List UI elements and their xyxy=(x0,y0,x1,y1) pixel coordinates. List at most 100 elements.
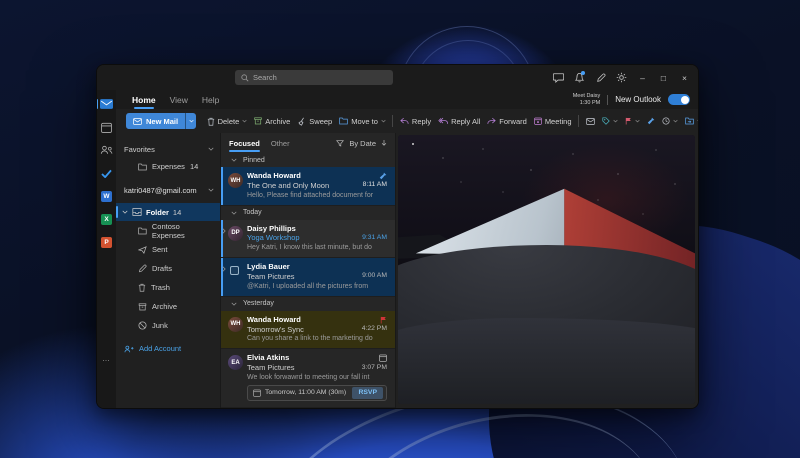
avatar: WH xyxy=(228,173,243,188)
avatar: WH xyxy=(228,317,243,332)
move-to-button[interactable]: Move to xyxy=(336,112,390,130)
rail-powerpoint-icon[interactable]: P xyxy=(98,235,115,249)
reading-pane[interactable] xyxy=(396,133,698,409)
new-outlook-label: New Outlook xyxy=(615,95,661,104)
expand-chevron-icon[interactable] xyxy=(222,228,226,234)
folder-item-expenses[interactable]: Expenses 14 xyxy=(116,157,220,176)
rail-calendar-icon[interactable] xyxy=(98,120,115,134)
section-pinned[interactable]: Pinned xyxy=(221,153,395,167)
unread-count: 14 xyxy=(190,162,198,171)
rail-mail-icon[interactable] xyxy=(98,97,115,111)
forward-button[interactable]: Forward xyxy=(484,112,531,130)
chat-icon[interactable] xyxy=(548,65,569,90)
tab-focused[interactable]: Focused xyxy=(229,139,260,148)
folder-item-drafts[interactable]: Drafts xyxy=(116,259,220,278)
tab-view[interactable]: View xyxy=(170,95,188,105)
pin-button[interactable] xyxy=(643,112,658,130)
rail-todo-icon[interactable] xyxy=(98,166,115,180)
feedback-pencil-icon[interactable] xyxy=(590,65,611,90)
chevron-down-icon xyxy=(122,210,128,214)
excel-tile: X xyxy=(101,214,112,225)
content-area: Favorites Expenses 14 katri0487@gmail.co… xyxy=(116,133,698,409)
tab-help[interactable]: Help xyxy=(202,95,219,105)
avatar: EA xyxy=(228,355,243,370)
rsvp-button[interactable]: RSVP xyxy=(352,387,383,399)
message-row[interactable]: KP Kristin Patterson xyxy=(221,408,395,409)
folder-item-sent[interactable]: Sent xyxy=(116,240,220,259)
trash-icon xyxy=(138,283,146,292)
sort-by-date[interactable]: By Date xyxy=(349,139,376,148)
folder-label: Junk xyxy=(152,321,168,330)
delete-button[interactable]: Delete xyxy=(203,112,251,130)
archive-button[interactable]: Archive xyxy=(251,112,294,130)
folder-item-contoso-expenses[interactable]: Contoso Expenses xyxy=(116,221,220,240)
folder-icon xyxy=(339,117,348,125)
folder-item-trash[interactable]: Trash xyxy=(116,278,220,297)
tab-home[interactable]: Home xyxy=(132,95,156,105)
message-row[interactable]: WH Wanda Howard The One and Only Moon 8:… xyxy=(221,167,395,206)
folder-label: Trash xyxy=(151,283,170,292)
rail-people-icon[interactable] xyxy=(98,143,115,157)
tab-other[interactable]: Other xyxy=(271,139,290,148)
new-mail-dropdown[interactable] xyxy=(185,113,196,129)
sort-direction-icon[interactable] xyxy=(381,139,387,147)
categorize-button[interactable] xyxy=(598,112,621,130)
reply-button[interactable]: Reply xyxy=(396,112,434,130)
reply-all-icon xyxy=(438,117,448,125)
select-checkbox[interactable] xyxy=(230,266,239,275)
move-folder-button[interactable] xyxy=(681,112,699,130)
meeting-reminder[interactable]: Meet Daisy 1:30 PM xyxy=(573,93,601,106)
chevron-down-icon xyxy=(231,158,237,162)
close-button[interactable]: × xyxy=(674,65,695,90)
sweep-button[interactable]: Sweep xyxy=(294,112,336,130)
read-unread-button[interactable] xyxy=(582,112,598,130)
add-account-button[interactable]: Add Account xyxy=(116,344,220,353)
time: 8:11 AM xyxy=(363,181,387,190)
section-today[interactable]: Today xyxy=(221,206,395,220)
message-row[interactable]: EA Elvia Atkins Team Pictures 3:07 PM We… xyxy=(221,349,395,408)
settings-gear-icon[interactable] xyxy=(611,65,632,90)
reply-all-button[interactable]: Reply All xyxy=(435,112,484,130)
calendar-icon xyxy=(379,354,387,362)
reply-icon xyxy=(400,117,409,125)
pin-icon xyxy=(379,172,387,180)
expand-chevron-icon[interactable] xyxy=(222,266,226,272)
preview: Hey Katri, I know this last minute, but … xyxy=(247,243,387,252)
flag-button[interactable] xyxy=(621,112,643,130)
new-mail-button[interactable]: New Mail xyxy=(126,113,185,129)
filter-icon[interactable] xyxy=(336,140,344,147)
outlook-window: Search – □ × xyxy=(96,64,699,409)
trash-icon xyxy=(207,117,215,126)
preview: Can you share a link to the marketing do xyxy=(247,334,387,343)
folder-item-archive[interactable]: Archive xyxy=(116,297,220,316)
titlebar[interactable]: Search – □ × xyxy=(97,65,698,90)
favorites-header[interactable]: Favorites xyxy=(116,141,220,157)
snooze-button[interactable] xyxy=(658,112,681,130)
notifications-bell-icon[interactable] xyxy=(569,65,590,90)
maximize-button[interactable]: □ xyxy=(653,65,674,90)
folder-item-folder-selected[interactable]: Folder 14 xyxy=(116,203,220,221)
junk-block-icon xyxy=(138,321,147,330)
photo-dune-front xyxy=(398,318,695,404)
account-header[interactable]: katri0487@gmail.com xyxy=(116,182,220,198)
rail-more-apps-icon[interactable]: … xyxy=(102,354,111,363)
folder-label: Contoso Expenses xyxy=(152,222,214,240)
meeting-button[interactable]: Meeting xyxy=(530,112,575,130)
search-input[interactable]: Search xyxy=(235,70,393,85)
rail-word-icon[interactable]: W xyxy=(98,189,115,203)
section-yesterday[interactable]: Yesterday xyxy=(221,297,395,311)
add-account-label: Add Account xyxy=(139,344,181,353)
folder-item-junk[interactable]: Junk xyxy=(116,316,220,335)
new-outlook-toggle[interactable] xyxy=(668,94,690,105)
subject: Team Pictures xyxy=(247,272,295,282)
message-row[interactable]: Lydia Bauer Team Pictures 9:00 AM @Katri… xyxy=(221,258,395,297)
message-list[interactable]: Focused Other By Date xyxy=(220,133,396,409)
photo-stars xyxy=(412,143,414,145)
message-row[interactable]: WH Wanda Howard Tomorrow's Sync 4:22 PM … xyxy=(221,311,395,350)
folder-label: Archive xyxy=(152,302,177,311)
message-row[interactable]: DP Daisy Phillips Yoga Workshop 9:31 AM … xyxy=(221,220,395,259)
archive-icon xyxy=(138,303,147,311)
rail-excel-icon[interactable]: X xyxy=(98,212,115,226)
search-icon xyxy=(241,74,249,82)
minimize-button[interactable]: – xyxy=(632,65,653,90)
